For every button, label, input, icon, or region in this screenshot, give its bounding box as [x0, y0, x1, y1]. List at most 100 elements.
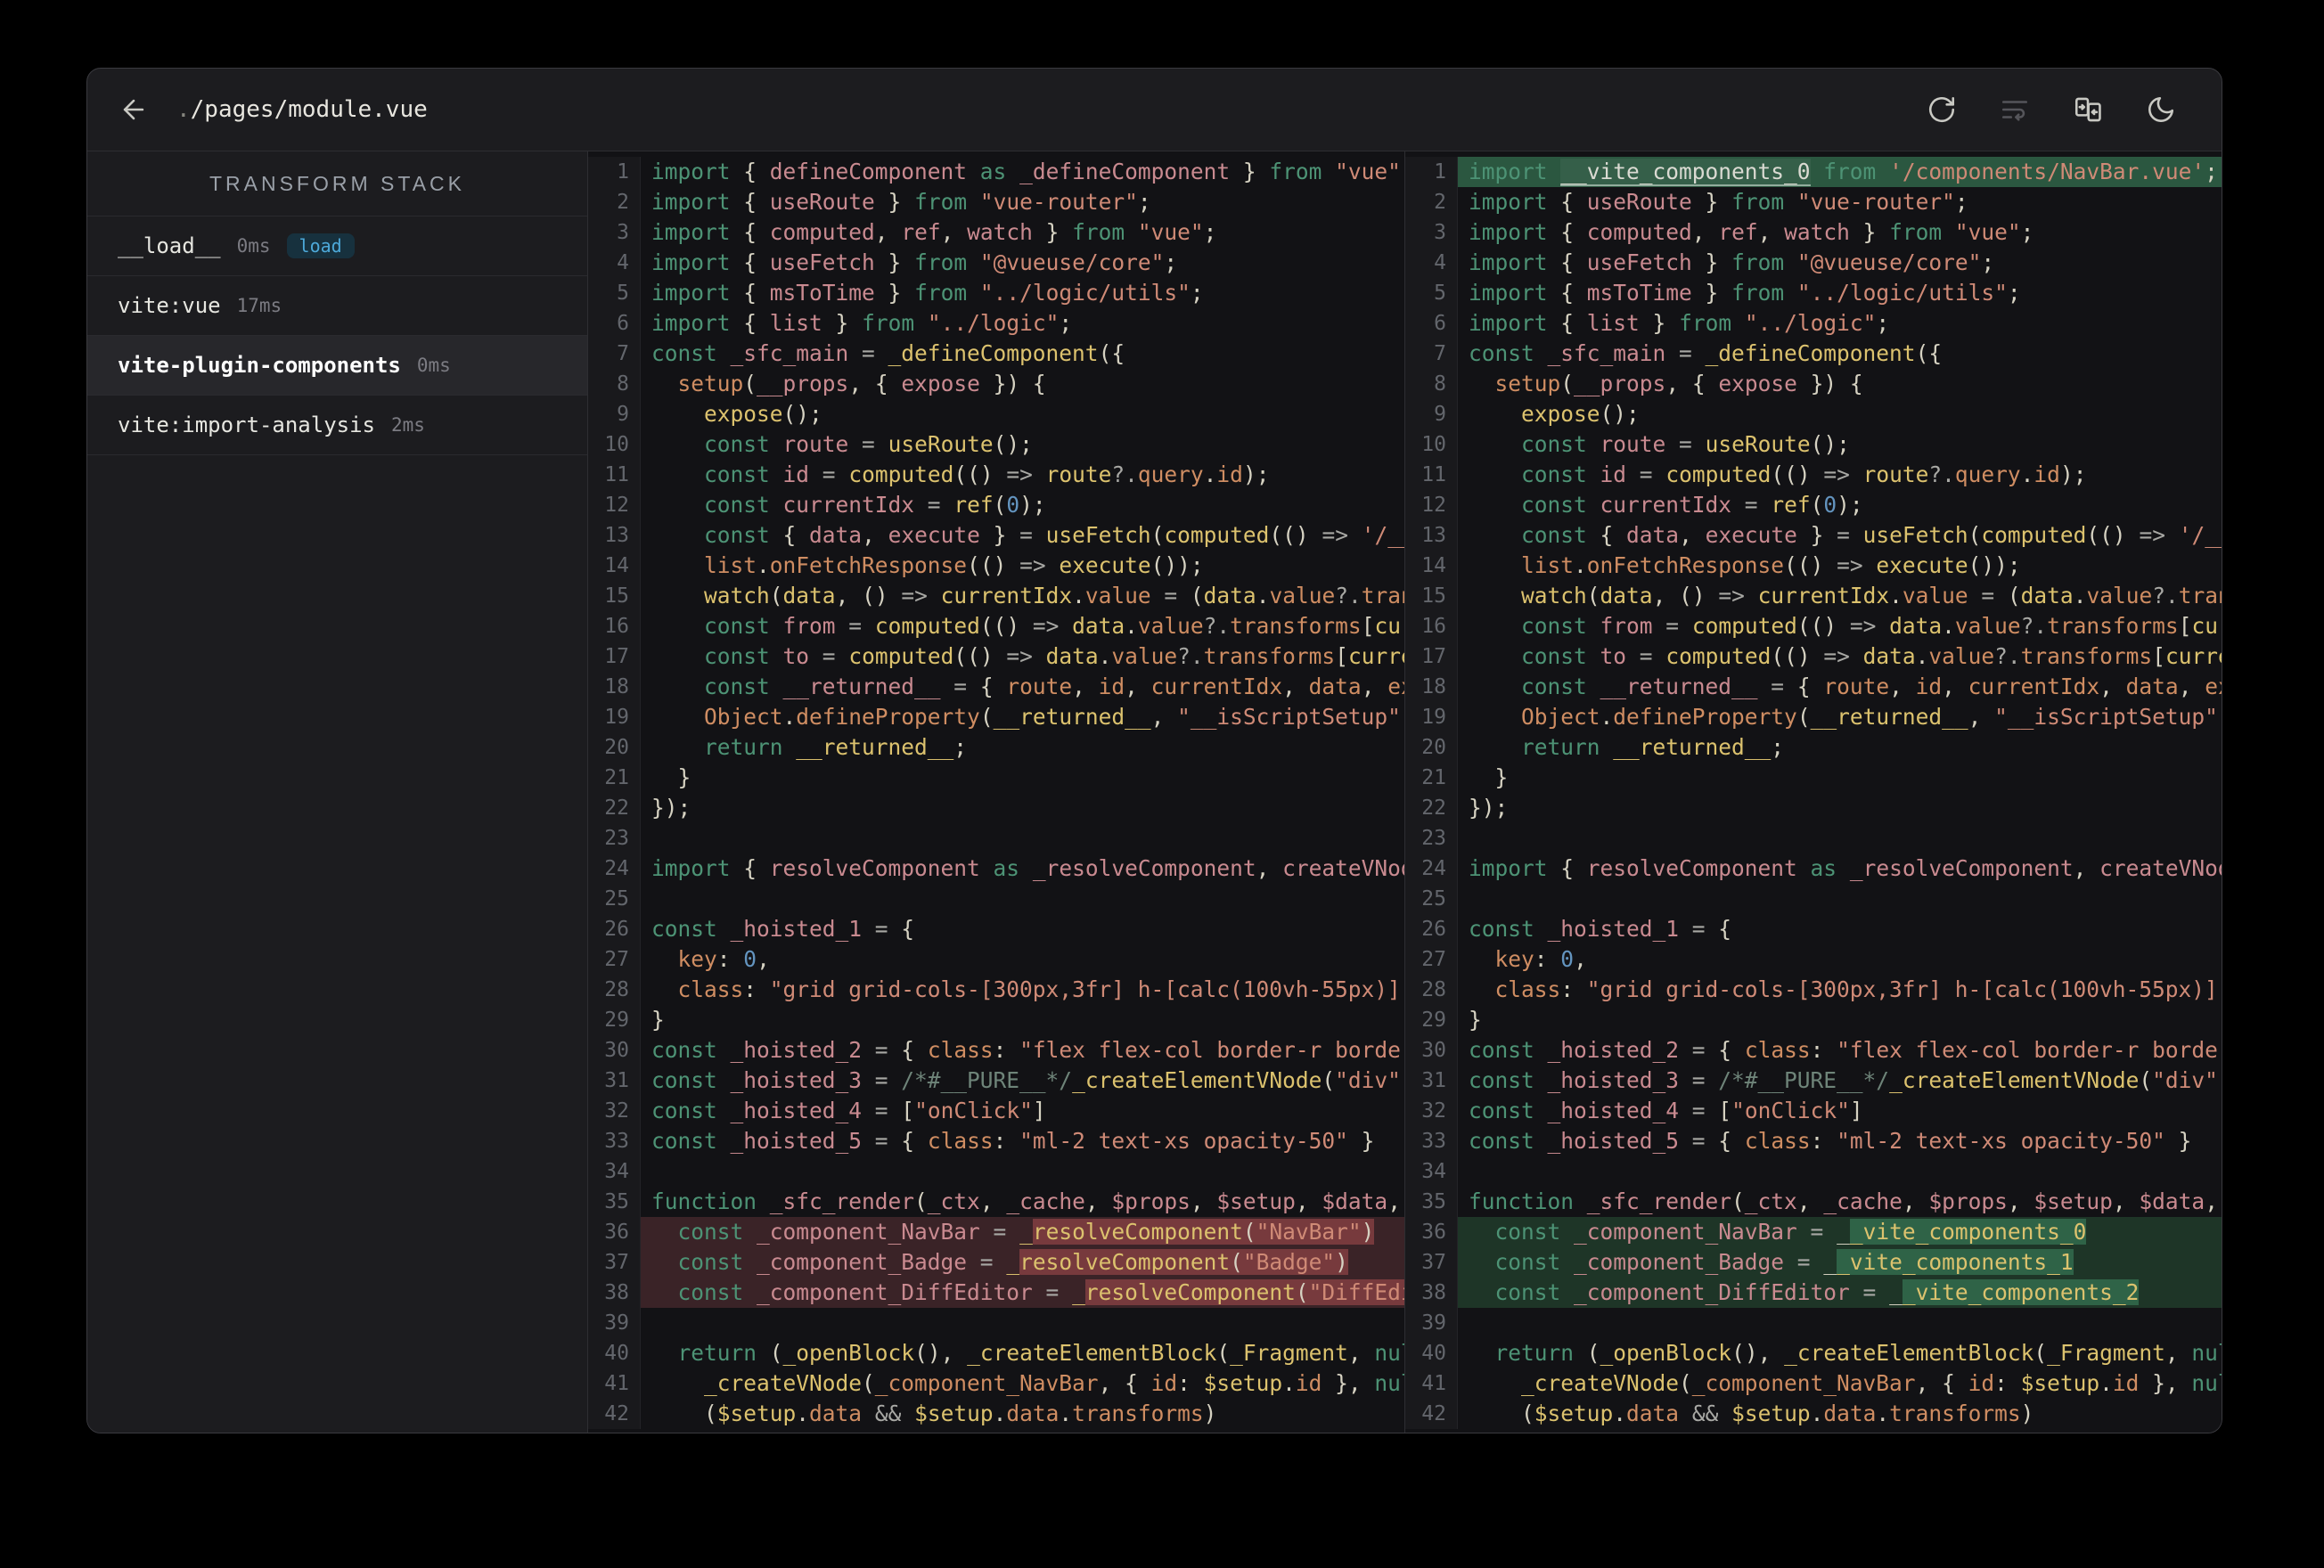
code-text: const _hoisted_5 = { class: "ml-2 text-x…	[651, 1128, 1375, 1154]
code-line: 11 const id = computed(() => route?.quer…	[588, 460, 1404, 490]
line-number: 2	[1405, 187, 1458, 217]
line-number: 34	[1405, 1156, 1458, 1187]
line-number: 1	[588, 157, 641, 187]
line-number: 19	[1405, 702, 1458, 732]
code-line: 39	[1405, 1308, 2222, 1338]
code-line: 15 watch(data, () => currentIdx.value = …	[1405, 581, 2222, 611]
sidebar-item-vite-import-analysis[interactable]: vite:import-analysis 2ms	[87, 396, 587, 455]
line-number: 42	[588, 1399, 641, 1429]
line-number: 26	[588, 914, 641, 944]
code-line: 33 const _hoisted_5 = { class: "ml-2 text…	[588, 1126, 1404, 1156]
code-line: 9 expose();	[588, 399, 1404, 429]
code-line: 31 const _hoisted_3 = /*#__PURE__*/_creat…	[588, 1066, 1404, 1096]
line-number: 9	[588, 399, 641, 429]
sidebar-item-vite-vue[interactable]: vite:vue 17ms	[87, 276, 587, 336]
line-number: 41	[588, 1368, 641, 1399]
line-number: 28	[588, 975, 641, 1005]
line-number: 33	[588, 1126, 641, 1156]
code-line: 7 const _sfc_main = _defineComponent({	[1405, 339, 2222, 369]
refresh-button[interactable]	[1922, 90, 1961, 129]
dark-mode-button[interactable]	[2141, 90, 2181, 129]
line-number: 33	[1405, 1126, 1458, 1156]
line-number: 15	[588, 581, 641, 611]
code-line: 29}	[1405, 1005, 2222, 1035]
line-number: 29	[588, 1005, 641, 1035]
line-number: 19	[588, 702, 641, 732]
plugin-name: vite:import-analysis	[118, 412, 375, 437]
code-text: }	[651, 1007, 665, 1033]
code-line: 25	[588, 884, 1404, 914]
wrap-lines-icon	[2001, 101, 2028, 121]
line-number: 10	[588, 429, 641, 460]
moon-icon	[2148, 96, 2174, 122]
line-number: 36	[1405, 1217, 1458, 1247]
code-text: const _hoisted_3 = /*#__PURE__*/_createE…	[651, 1067, 1404, 1093]
code-line: 8 setup(__props, { expose }) {	[588, 369, 1404, 399]
code-text: import { useRoute } from "vue-router";	[1469, 189, 1968, 215]
compare-panels-icon	[2074, 97, 2101, 122]
code-line: 2 import { useRoute } from "vue-router";	[588, 187, 1404, 217]
code-text: import { msToTime } from "../logic/utils…	[1469, 280, 2021, 306]
code-line: 17 const to = computed(() => data.value?…	[588, 641, 1404, 672]
line-number: 31	[1405, 1066, 1458, 1096]
line-number: 30	[1405, 1035, 1458, 1066]
code-line: 35 function _sfc_render(_ctx, _cache, $pr…	[1405, 1187, 2222, 1217]
line-number: 40	[1405, 1338, 1458, 1368]
code-line: 23	[1405, 823, 2222, 853]
code-text: import { useRoute } from "vue-router";	[651, 189, 1151, 215]
line-number: 6	[588, 308, 641, 339]
code-text: const _sfc_main = _defineComponent({	[1469, 340, 1943, 366]
title-bar: . /pages/module.vue	[87, 69, 2222, 151]
code-text: const _hoisted_1 = {	[651, 916, 915, 942]
code-line: 12 const currentIdx = ref(0);	[1405, 490, 2222, 520]
line-number: 25	[1405, 884, 1458, 914]
code-text: const _hoisted_4 = ["onClick"]	[1469, 1098, 1863, 1123]
code-line: 3 import { computed, ref, watch } from "v…	[588, 217, 1404, 248]
code-text: import { list } from "../logic";	[651, 310, 1073, 336]
line-number: 8	[1405, 369, 1458, 399]
code-line: 13 const { data, execute } = useFetch(co…	[588, 520, 1404, 551]
code-text: const route = useRoute();	[1521, 431, 1850, 457]
line-number: 24	[588, 853, 641, 884]
back-button[interactable]	[114, 90, 153, 129]
code-text: key: 0,	[677, 946, 770, 972]
line-number: 35	[1405, 1187, 1458, 1217]
line-number: 17	[588, 641, 641, 672]
code-line: 30 const _hoisted_2 = { class: "flex flex…	[588, 1035, 1404, 1066]
line-number: 20	[588, 732, 641, 763]
compare-panels-button[interactable]	[2068, 90, 2107, 129]
sidebar-item-vite-plugin-components[interactable]: vite-plugin-components 0ms	[87, 336, 587, 396]
code-text: const id = computed(() => route?.query.i…	[704, 461, 1270, 487]
sidebar-item--load-[interactable]: __load__ 0ms load	[87, 216, 587, 276]
code-panel-before[interactable]: 1 import { defineComponent as _defineComp…	[588, 151, 1404, 1433]
inspector-window: . /pages/module.vue TRANSFORM STACK __lo…	[86, 68, 2222, 1433]
code-line: 37 const _component_Badge = __vite_compo…	[1405, 1247, 2222, 1278]
code-text: const route = useRoute();	[704, 431, 1033, 457]
code-panel-after[interactable]: 1 import __vite_components_0 from '/compo…	[1404, 151, 2222, 1433]
code-line: 22});	[588, 793, 1404, 823]
wrap-lines-button[interactable]	[1995, 90, 2034, 129]
code-line: 36 const _component_NavBar = __vite_comp…	[1405, 1217, 2222, 1247]
code-line: 37 const _component_Badge = _resolveComp…	[588, 1247, 1404, 1278]
line-number: 3	[1405, 217, 1458, 248]
line-number: 15	[1405, 581, 1458, 611]
line-number: 38	[588, 1278, 641, 1308]
line-number: 9	[1405, 399, 1458, 429]
code-text: const _component_DiffEditor = _resolveCo…	[641, 1278, 1404, 1308]
code-text: ($setup.data && $setup.data.transforms)	[1469, 1401, 2034, 1426]
load-badge: load	[286, 233, 355, 258]
code-line: 16 const from = computed(() => data.valu…	[1405, 611, 2222, 641]
page-title-dot: .	[176, 96, 191, 123]
line-number: 13	[588, 520, 641, 551]
line-number: 4	[588, 248, 641, 278]
line-number: 18	[588, 672, 641, 702]
code-text: const _hoisted_3 = /*#__PURE__*/_createE…	[1469, 1067, 2222, 1093]
code-line: 3 import { computed, ref, watch } from "v…	[1405, 217, 2222, 248]
code-text: });	[651, 795, 691, 821]
code-text: setup(__props, { expose }) {	[1494, 371, 1863, 396]
code-text: list.onFetchResponse(() => execute());	[1521, 552, 2021, 578]
code-text: const _hoisted_1 = {	[1469, 916, 1732, 942]
